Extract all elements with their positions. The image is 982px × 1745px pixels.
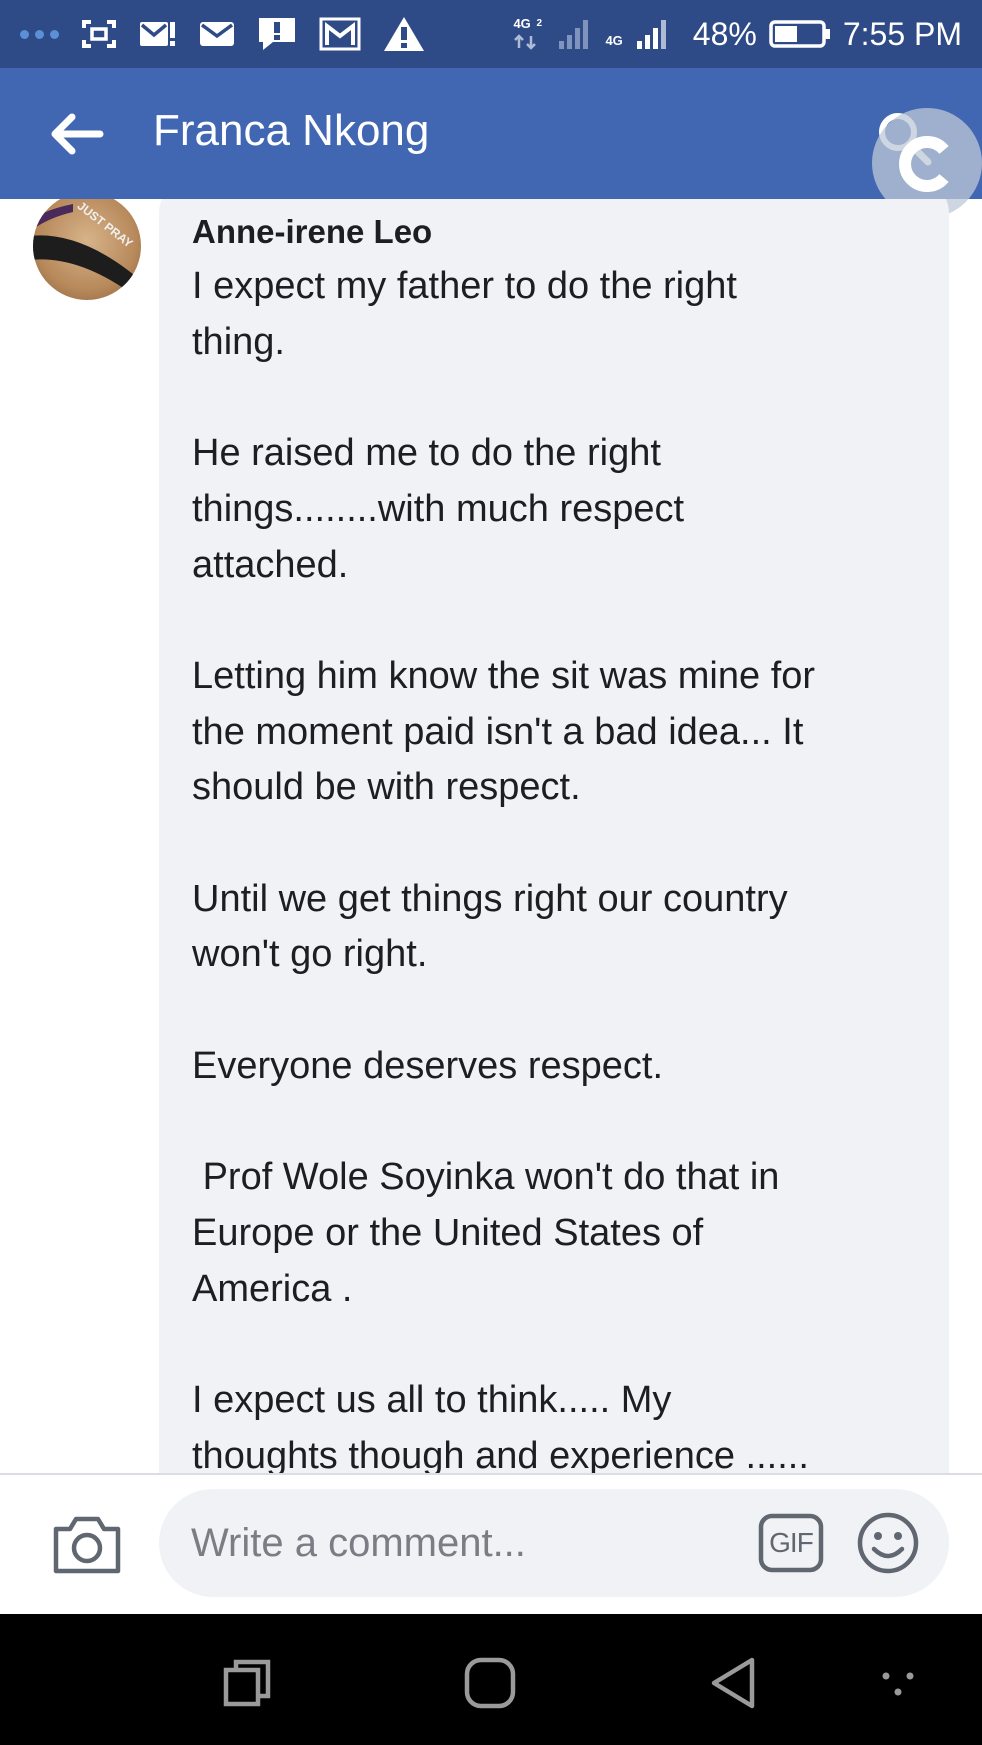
network-label: 4G — [605, 32, 623, 48]
comment-line — [192, 1317, 932, 1373]
comment-line: won't go right. — [192, 933, 428, 976]
gif-icon[interactable]: GIF — [758, 1513, 824, 1573]
comment-line — [192, 1094, 932, 1150]
comment-line: He raised me to do the right — [192, 432, 661, 475]
comment-line: the moment paid isn't a bad idea... It — [192, 710, 804, 753]
avatar-text: JUST PRAY — [75, 199, 136, 251]
gif-label: GIF — [769, 1527, 814, 1558]
notification-dots-icon — [20, 29, 59, 39]
signal-icon — [559, 20, 589, 49]
network-badge: 4G 2 — [511, 16, 545, 52]
clock: 7:55 PM — [842, 15, 962, 52]
comment-author[interactable]: Anne-irene Leo — [192, 213, 432, 251]
comment-line — [192, 593, 932, 649]
comment-line: Letting him know the sit was mine for — [192, 654, 816, 697]
battery-icon — [769, 20, 830, 48]
comment-text: I expect my father to do the right thing… — [192, 259, 932, 1474]
battery-percent: 48% — [692, 15, 757, 52]
avatar[interactable]: JUST PRAY — [33, 199, 141, 300]
gmail-outline-icon — [319, 17, 361, 51]
comment-line: Prof Wole Soyinka won't do that in — [192, 1156, 780, 1199]
notification-area — [20, 16, 425, 52]
mail-icon — [200, 22, 234, 46]
comment-line: things........with much respect — [192, 487, 685, 530]
network-badge-sub: 2 — [536, 18, 542, 29]
page-title: Franca Nkong — [153, 106, 430, 155]
status-bar: 4G 2 4G 48% 7:55 PM — [0, 0, 982, 68]
home-icon[interactable] — [463, 1656, 517, 1710]
signal-icon — [636, 20, 666, 49]
back-arrow-icon[interactable] — [48, 112, 104, 156]
comment-composer: GIF — [0, 1475, 982, 1614]
warning-icon — [384, 17, 424, 51]
comment-line: I expect my father to do the right — [192, 265, 737, 307]
network-badge-text: 4G — [513, 16, 531, 31]
comment-line: Europe or the United States of — [192, 1211, 704, 1254]
comment-line: thoughts though and experience ...... — [192, 1434, 809, 1474]
back-icon[interactable] — [710, 1656, 758, 1710]
comment-line: Until we get things right our country — [192, 877, 788, 920]
more-icon[interactable] — [880, 1666, 916, 1702]
emoji-icon[interactable] — [856, 1511, 920, 1575]
comment-line: America . — [192, 1267, 353, 1310]
app-header: Franca Nkong — [0, 68, 982, 199]
camera-icon[interactable] — [52, 1511, 122, 1575]
comment-line: Everyone deserves respect. — [192, 1044, 664, 1087]
comment-line: should be with respect. — [192, 766, 581, 809]
screenshot-icon — [82, 20, 116, 48]
comment-line: I expect us all to think..... My — [192, 1378, 672, 1421]
system-status: 4G 2 4G 48% 7:55 PM — [511, 16, 962, 53]
recent-apps-icon[interactable] — [222, 1658, 272, 1708]
comment-input[interactable] — [159, 1489, 949, 1597]
message-alert-icon — [259, 18, 295, 50]
comment-line: thing. — [192, 320, 285, 363]
system-nav-bar — [0, 1614, 982, 1745]
comment-line: attached. — [192, 543, 349, 586]
comment-line — [192, 816, 932, 872]
data-arrows-icon — [514, 34, 537, 50]
gmail-icon — [140, 22, 175, 46]
comment-thread: JUST PRAY Anne-irene Leo I expect my fat… — [0, 199, 982, 1474]
comment-line — [192, 983, 932, 1039]
comment-line — [192, 370, 932, 426]
